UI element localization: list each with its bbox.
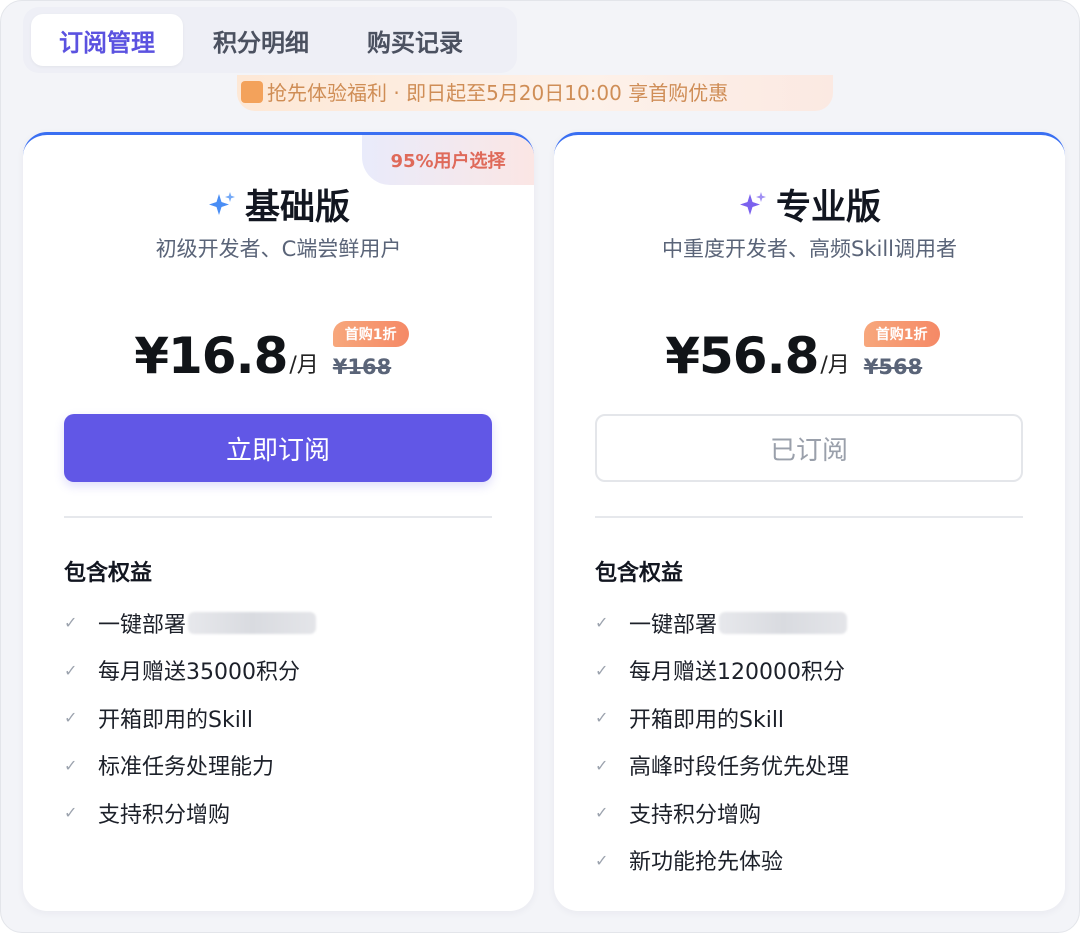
list-item: ✓ 每月赠送120000积分 [595, 660, 845, 686]
check-icon: ✓ [64, 803, 78, 823]
original-price: ¥568 [863, 355, 923, 379]
price: ¥16.8 [134, 327, 288, 385]
list-item: ✓ 高峰时段任务优先处理 [595, 755, 850, 781]
benefits-list: ✓ 一键部署 ✓ 每月赠送120000积分 ✓ 开箱即用的Skill ✓ 高峰时段任务优… [595, 599, 1025, 884]
plan-subtitle: 中重度开发者、高频Skill调用者 [662, 237, 957, 261]
check-icon: ✓ [64, 708, 78, 728]
check-icon: ✓ [595, 708, 609, 728]
benefits-list: ✓ 一键部署 ✓ 每月赠送35000积分 ✓ 开箱即用的Skill ✓ 标准任务处理能力… [64, 599, 494, 837]
check-icon: ✓ [595, 850, 609, 870]
list-item: ✓ 支持积分增购 [595, 802, 762, 828]
original-price: ¥168 [332, 355, 392, 379]
divider [595, 516, 1023, 518]
list-item: ✓ 一键部署 [64, 599, 494, 647]
divider [64, 516, 492, 518]
list-item: ✓ 开箱即用的Skill [64, 707, 254, 733]
check-icon: ✓ [595, 613, 609, 633]
check-icon: ✓ [64, 755, 78, 775]
plan-title-row: 专业版 [554, 179, 1065, 230]
price: ¥56.8 [665, 327, 819, 385]
plan-card-basic: 95%用户选择 基础版 初级开发者、C端尝鲜用户 ¥16.8 /月 首购1折 ¥… [23, 132, 534, 911]
popular-ribbon: 95%用户选择 [362, 135, 534, 185]
discount-badge: 首购1折 [332, 321, 409, 347]
tab-bar: 订阅管理 积分明细 购买记录 [23, 7, 517, 73]
tab-subscription[interactable]: 订阅管理 [31, 14, 183, 66]
list-item: ✓ 新功能抢先体验 [595, 850, 784, 876]
check-icon: ✓ [595, 660, 609, 680]
list-item: ✓ 开箱即用的Skill [595, 707, 785, 733]
check-icon: ✓ [64, 660, 78, 680]
price-row: ¥16.8 /月 首购1折 ¥168 [23, 321, 534, 385]
price-period: /月 [820, 353, 850, 378]
plan-title-row: 基础版 [23, 179, 534, 230]
benefits-title: 包含权益 [595, 561, 684, 586]
promo-banner: 抢先体验福利 · 即日起至5月20日10:00 享首购优惠 [237, 75, 833, 111]
discount-badge: 首购1折 [863, 321, 940, 347]
plan-title: 专业版 [775, 188, 881, 228]
sparkle-purple-icon [739, 191, 766, 215]
list-item: ✓ 每月赠送35000积分 [64, 660, 300, 686]
check-icon: ✓ [595, 803, 609, 823]
tab-points-detail[interactable]: 积分明细 [185, 14, 337, 66]
gift-icon [241, 81, 263, 103]
redacted-text [188, 611, 317, 634]
promo-text: 抢先体验福利 · 即日起至5月20日10:00 享首购优惠 [267, 81, 729, 105]
benefits-title: 包含权益 [64, 561, 153, 586]
subscribed-button[interactable]: 已订阅 [595, 414, 1023, 482]
tab-purchase-history[interactable]: 购买记录 [339, 14, 491, 66]
plan-subtitle: 初级开发者、C端尝鲜用户 [155, 237, 402, 261]
check-icon: ✓ [64, 613, 78, 633]
check-icon: ✓ [595, 755, 609, 775]
plan-card-pro: 专业版 中重度开发者、高频Skill调用者 ¥56.8 /月 首购1折 ¥568… [554, 132, 1065, 911]
price-period: /月 [289, 353, 319, 378]
price-row: ¥56.8 /月 首购1折 ¥568 [554, 321, 1065, 385]
subscription-panel: 订阅管理 积分明细 购买记录 抢先体验福利 · 即日起至5月20日10:00 享… [0, 0, 1080, 933]
sparkle-blue-icon [208, 191, 235, 215]
redacted-text [719, 611, 848, 634]
list-item: ✓ 标准任务处理能力 [64, 755, 275, 781]
list-item: ✓ 支持积分增购 [64, 802, 231, 828]
list-item: ✓ 一键部署 [595, 599, 1025, 647]
subscribe-button[interactable]: 立即订阅 [64, 414, 492, 482]
plan-title: 基础版 [244, 188, 350, 228]
